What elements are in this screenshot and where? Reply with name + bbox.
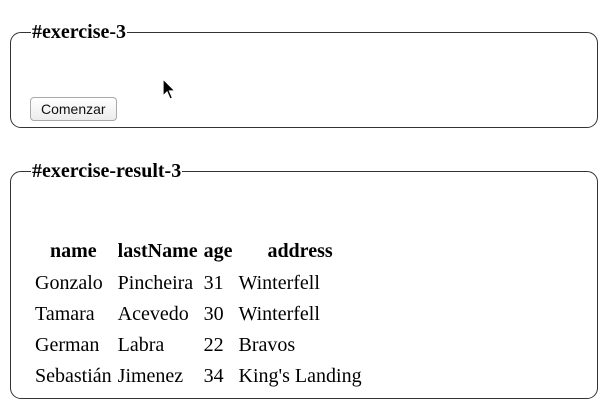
column-header-address: address (267, 240, 333, 262)
table-row: Sebastián Jimenez 34 King's Landing (33, 361, 364, 391)
column-header-name: name (49, 240, 97, 262)
arrow-pointer-icon (162, 78, 177, 100)
exercise-legend: #exercise-3 (32, 21, 127, 43)
cell-name: German (35, 333, 100, 356)
cell-lastname: Labra (117, 333, 165, 356)
cell-address: Winterfell (238, 302, 320, 325)
cell-age: 30 (203, 302, 224, 325)
exercise-fieldset: #exercise-3 Comenzar (10, 22, 598, 128)
cell-lastname: Pincheira (117, 271, 194, 294)
column-header-age: age (203, 240, 233, 262)
exercise-result-fieldset: #exercise-result-3 name lastName age add… (10, 161, 598, 399)
cell-lastname: Acevedo (117, 302, 189, 325)
cell-lastname: Jimenez (117, 364, 184, 387)
cell-address: King's Landing (238, 364, 362, 387)
cell-age: 22 (203, 333, 224, 356)
column-header-lastname: lastName (117, 240, 198, 262)
result-table: name lastName age address Gonzalo Pinche… (31, 235, 366, 392)
cell-name: Tamara (35, 302, 95, 325)
table-row: Tamara Acevedo 30 Winterfell (33, 299, 364, 329)
cell-name: Gonzalo (35, 271, 103, 294)
cell-age: 34 (203, 364, 224, 387)
cell-name: Sebastián (35, 364, 112, 387)
cell-age: 31 (203, 271, 224, 294)
cell-address: Bravos (238, 333, 296, 356)
start-button[interactable]: Comenzar (30, 97, 117, 121)
table-header-row: name lastName age address (33, 236, 364, 267)
table-row: German Labra 22 Bravos (33, 330, 364, 360)
exercise-result-legend: #exercise-result-3 (32, 160, 182, 182)
table-row: Gonzalo Pincheira 31 Winterfell (33, 268, 364, 298)
cell-address: Winterfell (238, 271, 320, 294)
page: #exercise-3 Comenzar #exercise-result-3 … (0, 0, 600, 400)
